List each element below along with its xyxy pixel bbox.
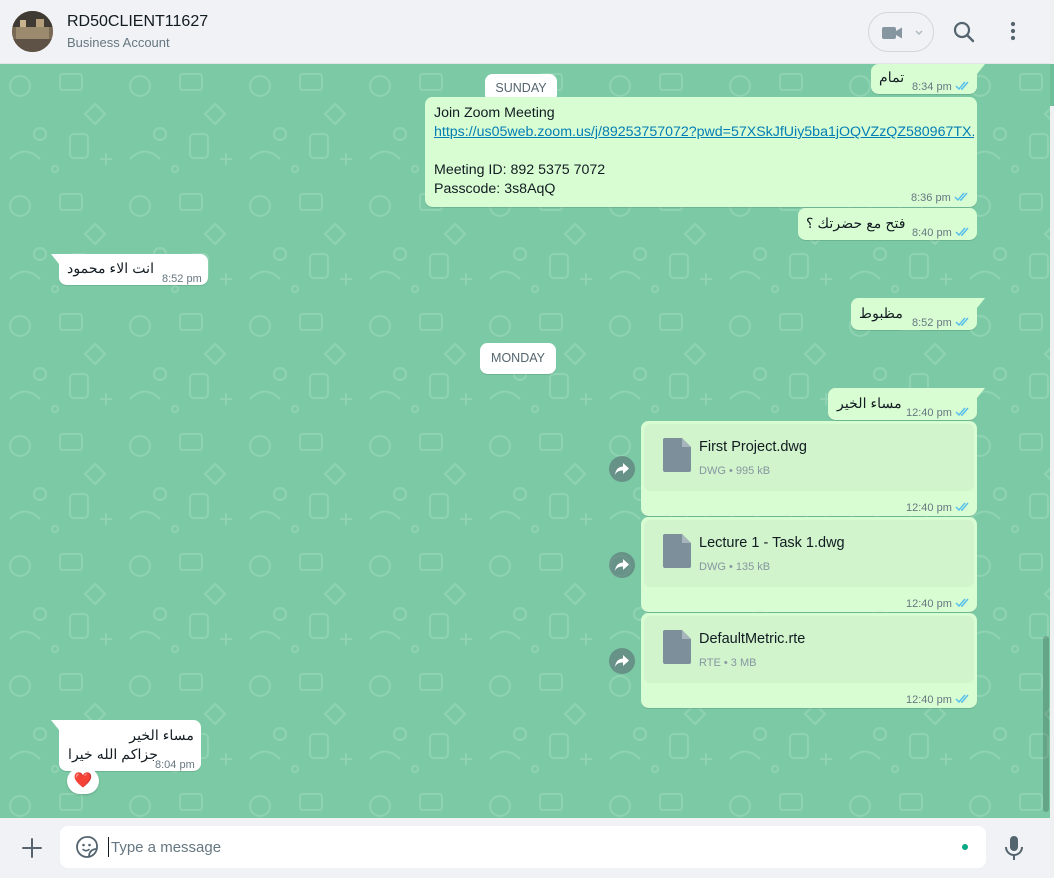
document-card[interactable]: DefaultMetric.rte RTE • 3 MB: [644, 616, 974, 683]
search-icon: [953, 21, 975, 43]
video-call-icon: [882, 27, 902, 39]
voice-message-button[interactable]: [1003, 834, 1025, 862]
message-text-line: جزاكم الله خيرا: [68, 747, 159, 763]
message-text: مظبوط: [859, 306, 903, 322]
forward-button[interactable]: [609, 456, 635, 482]
message-time: 8:36 pm: [911, 192, 951, 204]
contact-subtitle: Business Account: [67, 35, 170, 50]
forward-icon: [615, 463, 629, 475]
document-info: DWG • 135 kB: [699, 561, 771, 573]
zoom-meeting-link[interactable]: https://us05web.zoom.us/j/89253757072?pw…: [434, 123, 974, 142]
message-text-line: Passcode: 3s8AqQ: [434, 181, 556, 197]
document-name: Lecture 1 - Task 1.dwg: [699, 535, 845, 551]
message-outgoing[interactable]: Join Zoom Meeting https://us05web.zoom.u…: [425, 97, 977, 207]
contact-name[interactable]: RD50CLIENT11627: [67, 13, 208, 31]
page-scrollbar-thumb[interactable]: [1050, 64, 1054, 106]
message-text: مساء الخير: [837, 396, 902, 412]
chat-scrollbar-thumb[interactable]: [1043, 636, 1049, 812]
sticker-icon: [76, 836, 98, 858]
message-outgoing[interactable]: فتح مع حضرتك ؟ 8:40 pm: [798, 208, 977, 240]
forward-button[interactable]: [609, 648, 635, 674]
message-meta: 8:40 pm: [912, 224, 971, 243]
document-icon: [663, 534, 691, 568]
page-scrollbar-track: [1050, 0, 1054, 878]
search-button[interactable]: [950, 18, 978, 46]
date-separator: MONDAY: [480, 343, 556, 374]
bubble-tail: [51, 720, 59, 730]
message-text-line: Meeting ID: 892 5375 7072: [434, 162, 606, 178]
mic-icon: [1005, 836, 1023, 860]
bubble-tail: [977, 298, 985, 308]
forward-button[interactable]: [609, 552, 635, 578]
message-outgoing[interactable]: مساء الخير 12:40 pm: [828, 388, 977, 420]
document-icon: [663, 438, 691, 472]
double-check-icon: [955, 81, 969, 91]
plus-icon: [22, 838, 42, 858]
avatar[interactable]: [12, 11, 53, 52]
message-text: تمام: [879, 70, 905, 86]
forward-icon: [615, 559, 629, 571]
message-time: 12:40 pm: [906, 598, 952, 610]
message-time: 8:52 pm: [162, 273, 202, 285]
message-time: 12:40 pm: [906, 502, 952, 514]
message-input-box[interactable]: [60, 826, 986, 868]
document-name: First Project.dwg: [699, 439, 807, 455]
message-meta: 8:36 pm: [911, 189, 970, 208]
double-check-icon: [954, 192, 968, 202]
double-check-icon: [955, 502, 969, 512]
video-call-button[interactable]: [868, 12, 934, 52]
message-text: انت الاء محمود: [67, 261, 155, 277]
bubble-tail: [977, 388, 985, 398]
double-check-icon: [955, 317, 969, 327]
message-text: فتح مع حضرتك ؟: [806, 216, 906, 232]
message-text-line: مساء الخير: [129, 728, 194, 744]
message-time: 12:40 pm: [906, 407, 952, 419]
double-check-icon: [955, 407, 969, 417]
message-time: 12:40 pm: [906, 694, 952, 706]
document-message[interactable]: First Project.dwg DWG • 995 kB 12:40 pm: [641, 421, 977, 516]
document-name: DefaultMetric.rte: [699, 631, 806, 647]
compose-bar: [0, 818, 1050, 878]
message-time: 8:52 pm: [912, 317, 952, 329]
document-info: RTE • 3 MB: [699, 657, 757, 669]
message-meta: 12:40 pm: [906, 691, 971, 710]
chat-header: RD50CLIENT11627 Business Account: [0, 0, 1050, 64]
message-outgoing[interactable]: تمام 8:34 pm: [871, 64, 977, 94]
double-check-icon: [955, 694, 969, 704]
document-card[interactable]: First Project.dwg DWG • 995 kB: [644, 424, 974, 491]
document-message[interactable]: DefaultMetric.rte RTE • 3 MB 12:40 pm: [641, 613, 977, 708]
reaction-heart[interactable]: ❤️: [67, 768, 99, 794]
document-info: DWG • 995 kB: [699, 465, 771, 477]
document-message[interactable]: Lecture 1 - Task 1.dwg DWG • 135 kB 12:4…: [641, 517, 977, 612]
message-time: 8:34 pm: [912, 81, 952, 93]
attach-button[interactable]: [20, 836, 44, 860]
document-icon: [663, 630, 691, 664]
message-text-line: Join Zoom Meeting: [434, 105, 555, 121]
chevron-down-icon: [915, 30, 923, 36]
message-incoming[interactable]: مساء الخير جزاكم الله خيرا 8:04 pm: [59, 720, 201, 771]
menu-icon: [1010, 21, 1016, 41]
document-card[interactable]: Lecture 1 - Task 1.dwg DWG • 135 kB: [644, 520, 974, 587]
bubble-tail: [977, 64, 985, 74]
message-meta: 8:52 pm: [912, 314, 971, 333]
text-caret: [108, 837, 109, 857]
message-time: 8:04 pm: [155, 759, 195, 771]
menu-button[interactable]: [1001, 18, 1025, 46]
message-meta: 12:40 pm: [906, 595, 971, 614]
forward-icon: [615, 655, 629, 667]
double-check-icon: [955, 227, 969, 237]
message-meta: 12:40 pm: [906, 499, 971, 518]
message-meta: 8:34 pm: [912, 78, 971, 97]
double-check-icon: [955, 598, 969, 608]
message-time: 8:40 pm: [912, 227, 952, 239]
sticker-button[interactable]: [75, 835, 99, 859]
message-outgoing[interactable]: مظبوط 8:52 pm: [851, 298, 977, 330]
status-dot: [962, 844, 968, 850]
message-input[interactable]: [111, 826, 931, 868]
message-incoming[interactable]: انت الاء محمود 8:52 pm: [59, 254, 208, 285]
bubble-tail: [51, 254, 59, 264]
